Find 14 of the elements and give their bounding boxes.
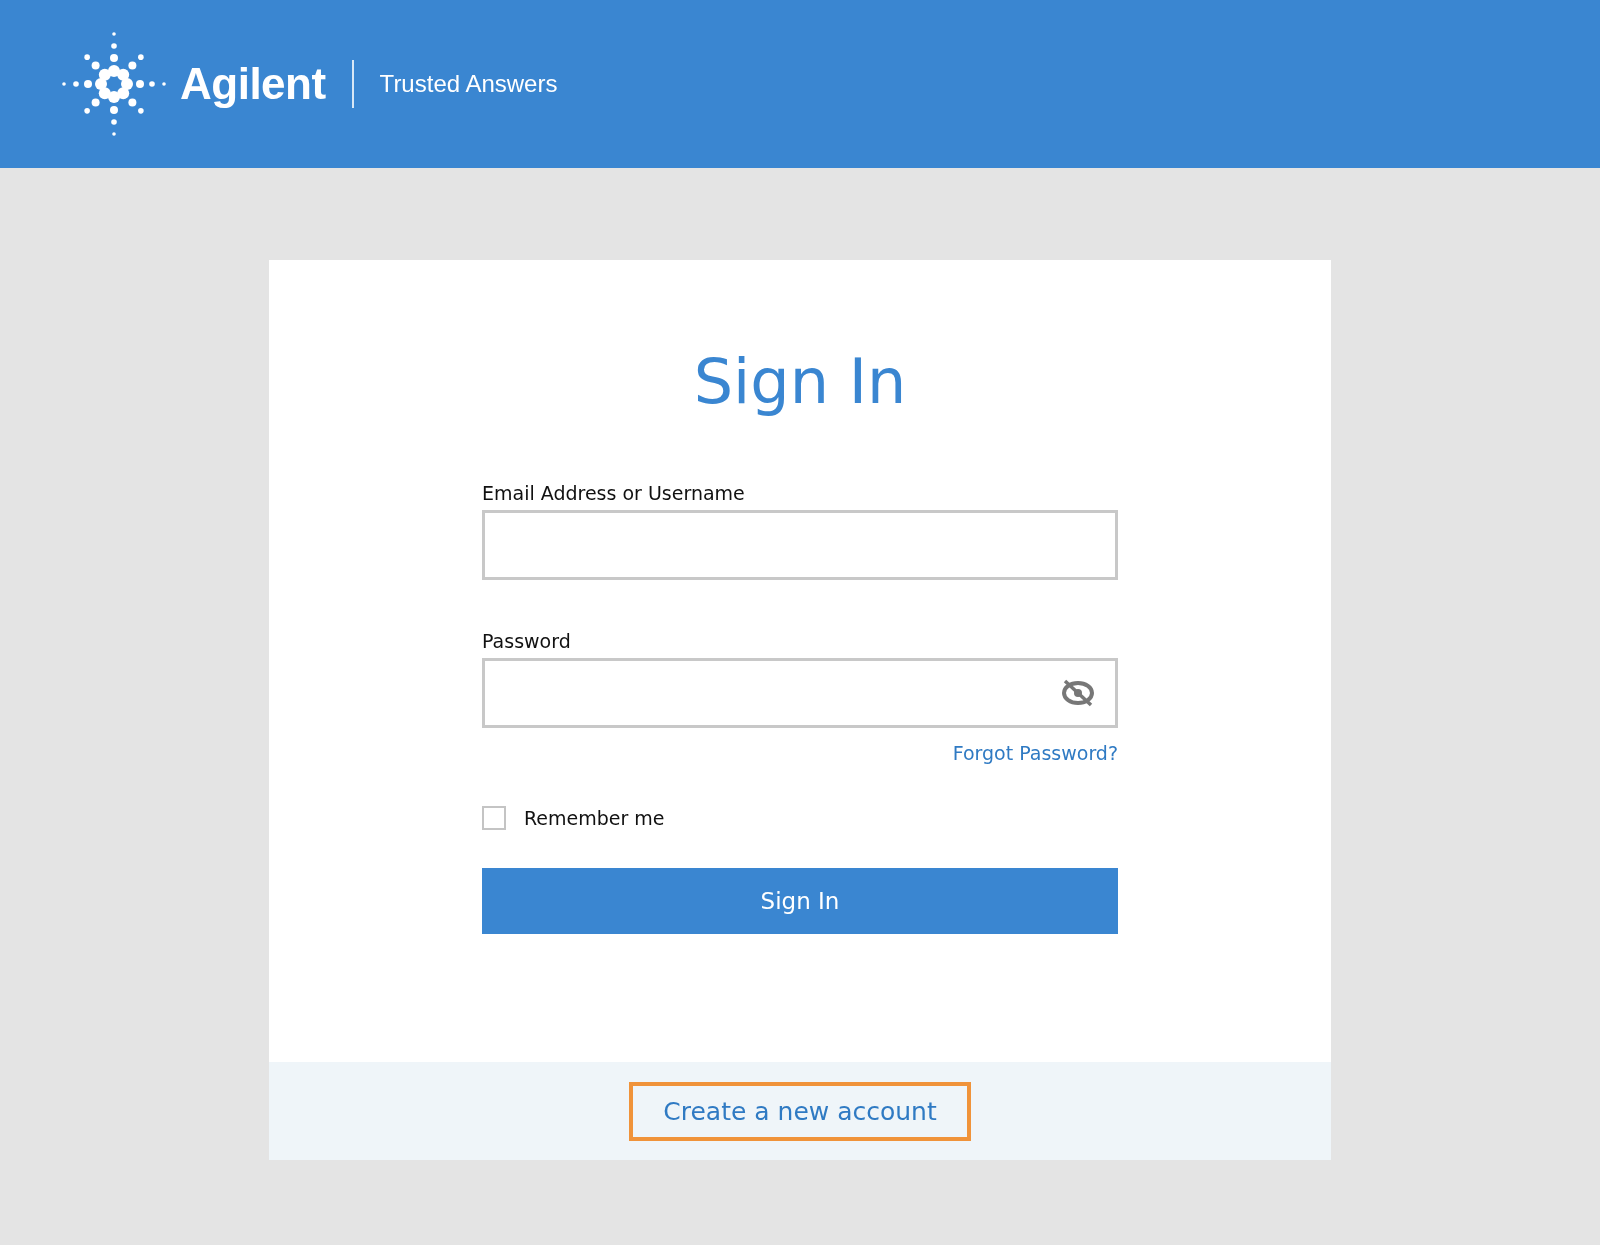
page-title: Sign In	[693, 348, 907, 417]
field-label: Email Address or Username	[482, 482, 746, 505]
create-account-link[interactable]: Create a new account	[629, 1081, 971, 1141]
forgot-password-link[interactable]: Forgot Password?	[952, 742, 1118, 765]
remember-checkbox[interactable]	[482, 806, 506, 831]
remember-label: Remember me	[524, 807, 665, 830]
logo-icon	[62, 32, 166, 136]
sign-in-button[interactable]: Sign In	[482, 868, 1118, 935]
email-field[interactable]	[482, 510, 1118, 581]
tagline: Trusted Answers	[379, 70, 558, 98]
eye-slash-icon[interactable]	[1061, 679, 1095, 708]
brand-name: Agilent	[180, 59, 326, 109]
password-field[interactable]	[482, 658, 1118, 729]
field-label: Password	[482, 630, 572, 653]
